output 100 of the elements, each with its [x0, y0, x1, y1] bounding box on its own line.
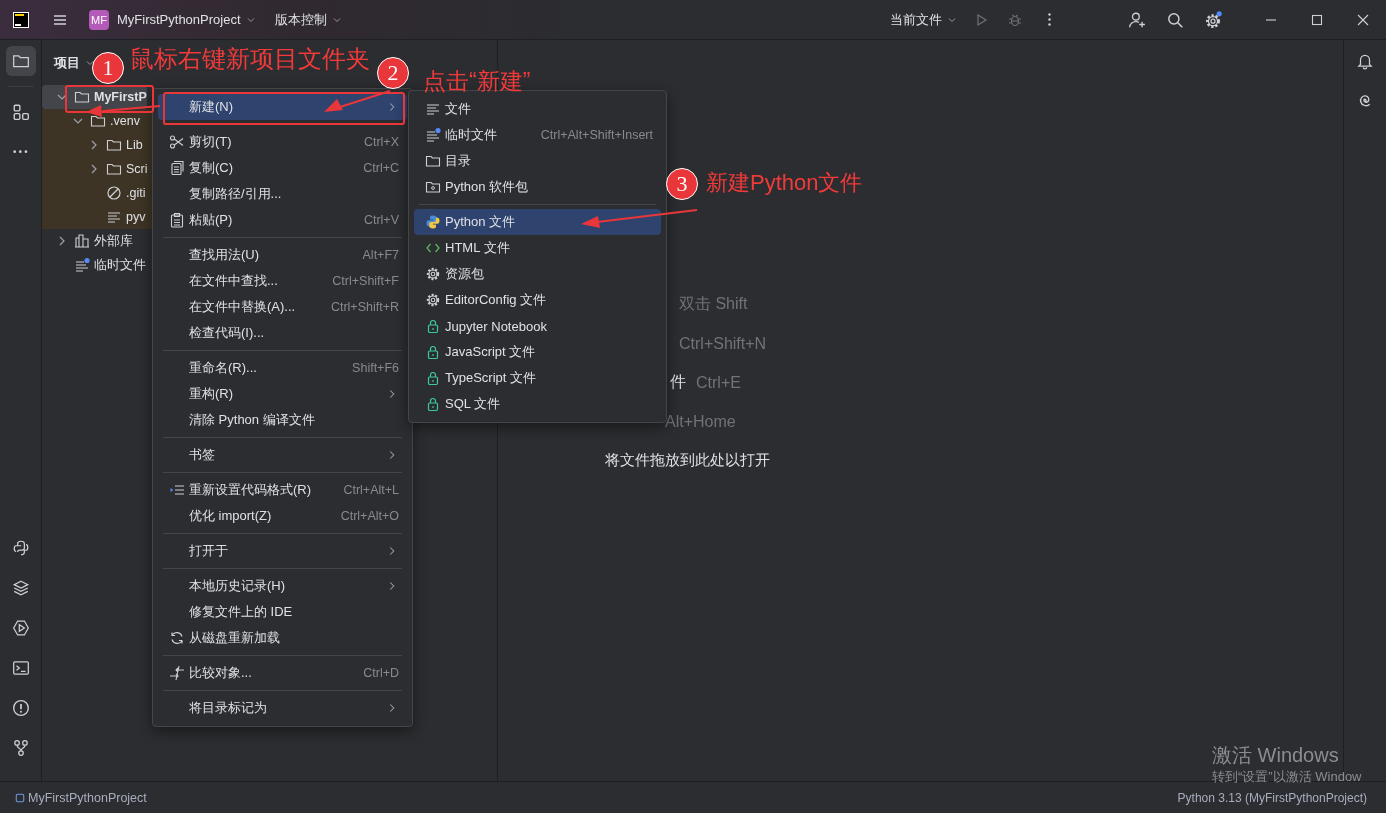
- structure-icon: [11, 103, 30, 121]
- text-file-icon: [425, 101, 441, 117]
- project-tool-button[interactable]: [5, 46, 36, 76]
- shortcut-hint: Ctrl+Shift+N: [679, 334, 768, 353]
- menu-item[interactable]: 粘贴(P) Ctrl+V: [158, 207, 407, 233]
- tree-item[interactable]: Lib: [42, 133, 143, 157]
- tree-item[interactable]: 临时文件: [42, 253, 146, 277]
- menu-item[interactable]: TypeScript 文件: [414, 365, 661, 391]
- paste-icon: [169, 212, 185, 228]
- project-switcher[interactable]: MF MyFirstPythonProject: [83, 5, 263, 34]
- folder-icon: [106, 161, 122, 177]
- menu-item[interactable]: 打开于: [158, 538, 407, 564]
- breadcrumb[interactable]: MyFirstPythonProject: [14, 790, 147, 805]
- vcs-menu[interactable]: 版本控制: [268, 6, 349, 33]
- python-icon: [11, 539, 30, 557]
- lock-icon: [425, 318, 441, 334]
- more-icon: [1047, 13, 1051, 26]
- menu-item[interactable]: 复制路径/引用...: [158, 181, 407, 207]
- menu-item[interactable]: 重构(R): [158, 381, 407, 407]
- menu-item[interactable]: 书签: [158, 442, 407, 468]
- annotation-text: 鼠标右键新项目文件夹: [130, 47, 370, 71]
- folder-icon: [11, 52, 30, 70]
- folder-icon: [425, 153, 441, 169]
- scratch-file-icon: [425, 127, 441, 143]
- menu-item[interactable]: 剪切(T) Ctrl+X: [158, 129, 407, 155]
- folder-icon: [90, 113, 106, 129]
- shortcut-hint: Ctrl+E: [696, 373, 742, 392]
- menu-item[interactable]: Python 软件包: [414, 174, 661, 200]
- settings-icon: [1204, 10, 1222, 29]
- interpreter-selector[interactable]: Python 3.13 (MyFirstPythonProject): [1177, 790, 1367, 805]
- library-icon: [74, 233, 90, 249]
- tree-item[interactable]: .giti: [42, 181, 146, 205]
- reload-icon: [169, 630, 185, 646]
- terminal-icon: [11, 659, 30, 677]
- gear-icon: [425, 292, 441, 308]
- menu-item[interactable]: 将目录标记为: [158, 695, 407, 721]
- copy-icon: [169, 160, 185, 176]
- menu-item[interactable]: HTML 文件: [414, 235, 661, 261]
- tree-item[interactable]: pyv: [42, 205, 146, 229]
- menu-item[interactable]: 优化 import(Z) Ctrl+Alt+O: [158, 503, 407, 529]
- tree-item[interactable]: MyFirstP: [42, 85, 147, 109]
- activation-title: 激活 Windows: [1212, 743, 1340, 768]
- layers-icon: [11, 579, 30, 597]
- menu-item[interactable]: 资源包: [414, 261, 661, 287]
- compare-icon: [169, 665, 185, 681]
- lock-icon: [425, 370, 441, 386]
- more-icon: [13, 150, 28, 154]
- tree-item[interactable]: Scri: [42, 157, 148, 181]
- search-icon: [1166, 10, 1184, 29]
- drop-hint: 将文件拖放到此处以打开: [605, 450, 771, 470]
- project-badge: MF: [89, 9, 109, 30]
- menu-item[interactable]: 从磁盘重新加载: [158, 625, 407, 651]
- menu-item[interactable]: 修复文件上的 IDE: [158, 599, 407, 625]
- activation-text: 转到“设置”以激活 Window: [1212, 768, 1362, 786]
- scissors-icon: [169, 134, 185, 150]
- lock-icon: [425, 344, 441, 360]
- menu-item[interactable]: Jupyter Notebook: [414, 313, 661, 339]
- annotation-text: 点击“新建”: [423, 70, 531, 93]
- menu-item[interactable]: 检查代码(I)...: [158, 320, 407, 346]
- menu-item[interactable]: 复制(C) Ctrl+C: [158, 155, 407, 181]
- menu-item[interactable]: 文件: [414, 96, 661, 122]
- menu-item[interactable]: Python 文件: [414, 209, 661, 235]
- menu-item[interactable]: 查找用法(U) Alt+F7: [158, 242, 407, 268]
- annotation-text: 新建Python文件: [706, 172, 863, 194]
- branch-icon: [11, 739, 30, 757]
- menu-item[interactable]: 本地历史记录(H): [158, 573, 407, 599]
- tree-item[interactable]: .venv: [42, 109, 140, 133]
- python-icon: [425, 214, 441, 230]
- minimize-icon: [1266, 18, 1276, 21]
- menu-item[interactable]: 重新设置代码格式(R) Ctrl+Alt+L: [158, 477, 407, 503]
- add-user-icon: [1128, 10, 1146, 29]
- menu-item[interactable]: 在文件中查找... Ctrl+Shift+F: [158, 268, 407, 294]
- menu-item[interactable]: 临时文件 Ctrl+Alt+Shift+Insert: [414, 122, 661, 148]
- text-file-icon: [106, 209, 122, 225]
- gear-icon: [425, 266, 441, 282]
- package-icon: [425, 179, 441, 195]
- menu-item[interactable]: 新建(N): [158, 94, 407, 120]
- lock-icon: [425, 396, 441, 412]
- menu-item[interactable]: 在文件中替换(A)... Ctrl+Shift+R: [158, 294, 407, 320]
- run-icon: [11, 619, 30, 637]
- reformat-icon: [169, 482, 185, 498]
- menu-item[interactable]: JavaScript 文件: [414, 339, 661, 365]
- tree-item[interactable]: 外部库: [42, 229, 133, 253]
- app-logo: [13, 11, 29, 28]
- menu-item[interactable]: EditorConfig 文件: [414, 287, 661, 313]
- menu-item[interactable]: 目录: [414, 148, 661, 174]
- annotation-arrow: [324, 90, 391, 112]
- warning-icon: [11, 699, 30, 717]
- menu-item[interactable]: 重命名(R)... Shift+F6: [158, 355, 407, 381]
- module-icon: [14, 791, 26, 804]
- menu-item[interactable]: SQL 文件: [414, 391, 661, 417]
- shortcut-hint: Alt+Home: [665, 412, 737, 431]
- run-config-dropdown[interactable]: 当前文件: [884, 6, 964, 33]
- scratch-file-icon: [74, 257, 90, 273]
- bell-icon: [1356, 52, 1374, 70]
- menu-item[interactable]: 比较对象... Ctrl+D: [158, 660, 407, 686]
- menu-item[interactable]: 清除 Python 编译文件: [158, 407, 407, 433]
- ignore-file-icon: [106, 185, 122, 201]
- folder-icon: [106, 137, 122, 153]
- hint-label: 件: [670, 372, 686, 392]
